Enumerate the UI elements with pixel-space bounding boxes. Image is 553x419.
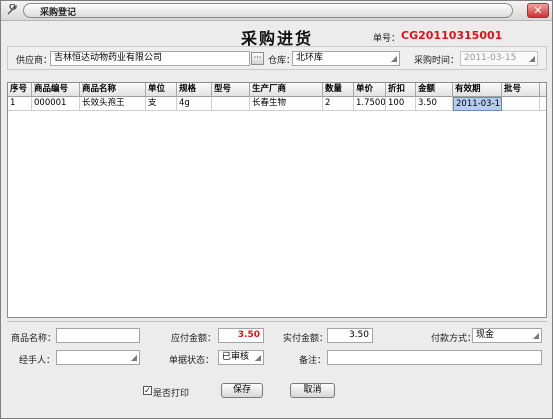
purchase-register-window: 采购登记 ✕ 采购进货 单号： CG20110315001 供应商： 吉林恒达动… <box>0 0 553 419</box>
purchase-time-field[interactable]: 2011-03-15 ◢ <box>460 51 538 66</box>
payment-method-label: 付款方式： <box>431 334 477 344</box>
cancel-button-label: 取消 <box>303 385 322 395</box>
close-icon: ✕ <box>533 4 543 17</box>
column-header[interactable]: 单位 <box>146 83 177 97</box>
payment-method-select[interactable]: 现金 ◢ <box>472 328 542 343</box>
table-cell[interactable]: 2 <box>323 97 354 111</box>
remark-field[interactable] <box>327 350 542 365</box>
remark-label: 备注： <box>299 356 327 366</box>
save-button[interactable]: 保存 <box>221 383 263 398</box>
grid-header: 序号 商品编号 商品名称 单位 规格 型号 生产厂商 数量 单价 折扣 金额 有… <box>8 83 546 97</box>
table-row[interactable]: 1 000001 长效头孢王 支 4g 长春生物 2 1.7500 100 3.… <box>8 97 546 111</box>
cancel-button[interactable]: 取消 <box>290 383 335 398</box>
check-icon: ✓ <box>144 386 151 395</box>
column-header[interactable]: 金额 <box>416 83 453 97</box>
table-cell[interactable]: 4g <box>177 97 212 111</box>
table-cell[interactable]: 1 <box>8 97 32 111</box>
column-header[interactable]: 有效期 <box>453 83 502 97</box>
column-header[interactable]: 折扣 <box>386 83 416 97</box>
column-header[interactable]: 商品编号 <box>32 83 80 97</box>
window-title: 采购登记 <box>40 8 77 18</box>
handler-select[interactable]: ◢ <box>56 350 140 365</box>
table-cell[interactable]: 1.7500 <box>354 97 386 111</box>
table-cell[interactable]: 100 <box>386 97 416 111</box>
dropdown-icon: ◢ <box>528 54 535 63</box>
dropdown-icon: ◢ <box>130 353 137 362</box>
dropdown-icon: ◢ <box>254 353 261 362</box>
supplier-label: 供应商： <box>16 56 53 66</box>
doc-status-label: 单据状态： <box>169 356 215 366</box>
purchase-time-value: 2011-03-15 <box>464 53 517 63</box>
table-cell[interactable]: 000001 <box>32 97 80 111</box>
column-header[interactable]: 批号 <box>502 83 540 97</box>
close-button[interactable]: ✕ <box>527 3 549 18</box>
supplier-browse-button[interactable]: ··· <box>251 52 264 65</box>
title-pill: 采购登记 <box>23 3 513 18</box>
order-no-label: 单号： <box>373 34 401 44</box>
payment-method-value: 现金 <box>476 330 495 340</box>
print-checkbox[interactable]: ✓ <box>143 386 152 395</box>
column-header[interactable]: 商品名称 <box>80 83 146 97</box>
wrench-icon <box>6 3 20 18</box>
title-bar[interactable]: 采购登记 ✕ <box>1 1 552 21</box>
doc-status-value: 已审核 <box>222 352 250 362</box>
product-name-field[interactable] <box>56 328 140 343</box>
ellipsis-icon: ··· <box>253 53 262 62</box>
handler-label: 经手人： <box>19 356 56 366</box>
save-button-label: 保存 <box>232 385 251 395</box>
paid-amount-label: 实付金额： <box>283 334 329 344</box>
dropdown-icon: ◢ <box>390 54 397 63</box>
footer-divider <box>7 321 547 322</box>
table-cell[interactable]: 长春生物 <box>250 97 323 111</box>
column-header[interactable]: 数量 <box>323 83 354 97</box>
table-cell[interactable]: 3.50 <box>416 97 453 111</box>
order-no-value: CG20110315001 <box>401 29 503 42</box>
dropdown-icon: ◢ <box>532 331 539 340</box>
warehouse-select[interactable]: 北环库 ◢ <box>292 51 400 66</box>
table-cell[interactable] <box>502 97 540 111</box>
warehouse-label: 仓库： <box>268 56 296 66</box>
paid-amount-field[interactable]: 3.50 <box>327 328 373 343</box>
print-checkbox-label: 是否打印 <box>153 389 190 399</box>
doc-status-select[interactable]: 已审核 ◢ <box>218 350 264 365</box>
table-cell-selected[interactable]: 2011-03-15 <box>453 97 502 111</box>
table-cell[interactable] <box>212 97 250 111</box>
payable-amount-label: 应付金额： <box>171 334 217 344</box>
warehouse-value: 北环库 <box>296 53 324 63</box>
product-name-label: 商品名称： <box>11 334 57 344</box>
header-panel: 供应商： 吉林恒达动物药业有限公司 ··· 仓库： 北环库 ◢ 采购时间： 20… <box>7 46 547 70</box>
column-header[interactable]: 型号 <box>212 83 250 97</box>
payable-amount-value: 3.50 <box>237 330 260 340</box>
table-cell[interactable]: 支 <box>146 97 177 111</box>
supplier-value: 吉林恒达动物药业有限公司 <box>54 53 163 63</box>
payable-amount-field: 3.50 <box>218 328 264 343</box>
column-header[interactable]: 序号 <box>8 83 32 97</box>
supplier-field[interactable]: 吉林恒达动物药业有限公司 <box>50 51 250 66</box>
column-header[interactable]: 生产厂商 <box>250 83 323 97</box>
column-header[interactable]: 单价 <box>354 83 386 97</box>
column-header[interactable]: 规格 <box>177 83 212 97</box>
purchase-time-label: 采购时间： <box>414 56 460 66</box>
paid-amount-value: 3.50 <box>348 330 369 340</box>
table-cell[interactable]: 长效头孢王 <box>80 97 146 111</box>
purchase-items-grid[interactable]: 序号 商品编号 商品名称 单位 规格 型号 生产厂商 数量 单价 折扣 金额 有… <box>7 82 547 318</box>
